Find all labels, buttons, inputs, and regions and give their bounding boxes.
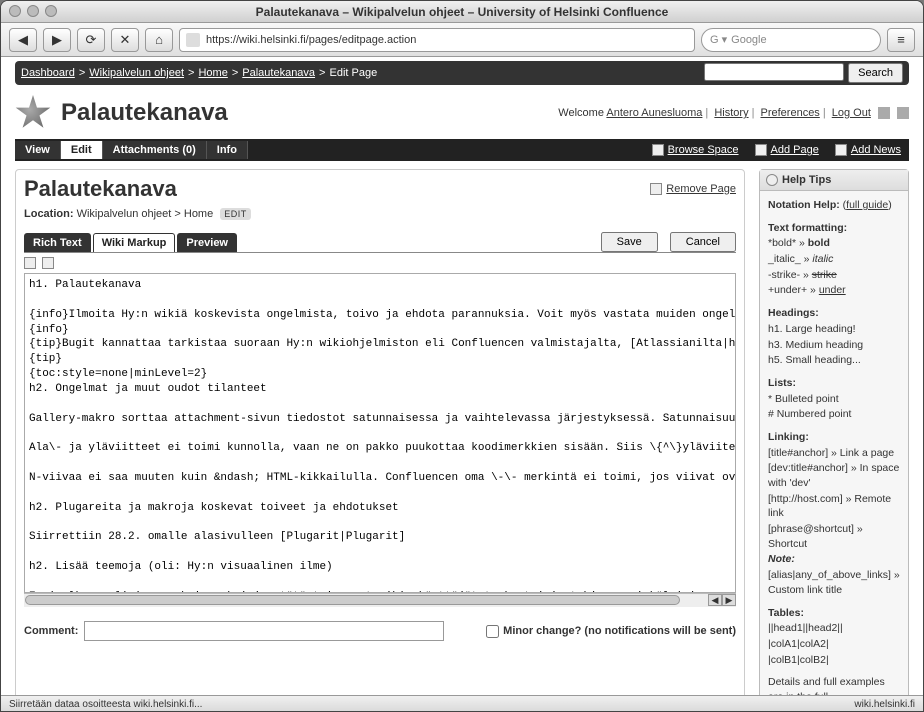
- scroll-right-icon[interactable]: ▶: [722, 594, 736, 606]
- tab-attachments[interactable]: Attachments (0): [103, 141, 207, 159]
- page-tabs: View Edit Attachments (0) Info Browse Sp…: [15, 139, 909, 161]
- print-icon[interactable]: [878, 107, 890, 119]
- tab-view[interactable]: View: [15, 141, 61, 159]
- help-tips-panel: Help Tips Notation Help: (full guide) Te…: [759, 169, 909, 695]
- insert-link-icon[interactable]: [42, 257, 54, 269]
- breadcrumb: Dashboard> Wikipalvelun ohjeet> Home> Pa…: [15, 61, 909, 85]
- breadcrumb-space[interactable]: Wikipalvelun ohjeet: [89, 67, 184, 79]
- insert-image-icon[interactable]: [24, 257, 36, 269]
- browser-toolbar: ◀ ▶ ⟳ ✕ ⌂ https://wiki.helsinki.fi/pages…: [1, 23, 923, 57]
- status-text-right: wiki.helsinki.fi: [854, 699, 915, 710]
- trash-icon: [650, 183, 662, 195]
- breadcrumb-dashboard[interactable]: Dashboard: [21, 67, 75, 79]
- reload-button[interactable]: ⟳: [77, 28, 105, 52]
- breadcrumb-home[interactable]: Home: [198, 67, 227, 79]
- forward-button[interactable]: ▶: [43, 28, 71, 52]
- tab-preview[interactable]: Preview: [177, 233, 237, 252]
- space-title: Palautekanava: [61, 99, 228, 127]
- editor-toolbar: [24, 253, 736, 273]
- editor-panel: Palautekanava Remove Page Location: Wiki…: [15, 169, 745, 695]
- site-search-input[interactable]: [704, 63, 844, 81]
- close-window-icon[interactable]: [9, 5, 21, 17]
- help-icon: [766, 174, 778, 186]
- confluence-logo-icon: [15, 95, 51, 131]
- window-titlebar: Palautekanava – Wikipalvelun ohjeet – Un…: [1, 1, 923, 23]
- preferences-link[interactable]: Preferences: [761, 107, 820, 119]
- status-text-left: Siirretään dataa osoitteesta wiki.helsin…: [9, 699, 202, 710]
- history-link[interactable]: History: [714, 107, 748, 119]
- url-text: https://wiki.helsinki.fi/pages/editpage.…: [206, 34, 416, 46]
- tab-rich-text[interactable]: Rich Text: [24, 233, 91, 252]
- comment-label: Comment:: [24, 625, 78, 637]
- zoom-window-icon[interactable]: [45, 5, 57, 17]
- minor-change-checkbox[interactable]: [486, 625, 499, 638]
- save-button[interactable]: Save: [601, 232, 658, 252]
- add-page-icon: [755, 144, 767, 156]
- url-bar[interactable]: https://wiki.helsinki.fi/pages/editpage.…: [179, 28, 695, 52]
- horizontal-scrollbar[interactable]: ◀▶: [24, 593, 736, 607]
- back-button[interactable]: ◀: [9, 28, 37, 52]
- full-guide-link-2[interactable]: full: [815, 691, 828, 695]
- edit-location-button[interactable]: EDIT: [220, 208, 251, 220]
- location-row: Location: Wikipalvelun ohjeet > Home EDI…: [24, 208, 736, 220]
- favicon-icon: [186, 33, 200, 47]
- add-news-icon: [835, 144, 847, 156]
- logout-link[interactable]: Log Out: [832, 107, 871, 119]
- window-title: Palautekanava – Wikipalvelun ohjeet – Un…: [256, 5, 669, 19]
- full-guide-link[interactable]: full guide: [846, 199, 888, 211]
- minimize-window-icon[interactable]: [27, 5, 39, 17]
- browse-space-icon: [652, 144, 664, 156]
- help-tips-title: Help Tips: [782, 174, 831, 186]
- cancel-button[interactable]: Cancel: [670, 232, 736, 252]
- traffic-lights: [9, 5, 57, 17]
- breadcrumb-current: Edit Page: [329, 67, 377, 79]
- export-icon[interactable]: [897, 107, 909, 119]
- minor-change-label: Minor change? (no notifications will be …: [503, 625, 736, 637]
- tab-wiki-markup[interactable]: Wiki Markup: [93, 233, 176, 252]
- stop-button[interactable]: ✕: [111, 28, 139, 52]
- scrollbar-thumb[interactable]: [25, 595, 680, 605]
- home-button[interactable]: ⌂: [145, 28, 173, 52]
- search-placeholder: Google: [731, 34, 766, 46]
- site-search-button[interactable]: Search: [848, 63, 903, 83]
- add-news-link[interactable]: Add News: [851, 144, 901, 156]
- breadcrumb-page[interactable]: Palautekanava: [242, 67, 315, 79]
- browser-search[interactable]: G ▾ Google: [701, 28, 881, 52]
- user-link[interactable]: Antero Aunesluoma: [606, 107, 702, 119]
- add-page-link[interactable]: Add Page: [771, 144, 819, 156]
- tab-edit[interactable]: Edit: [61, 141, 103, 159]
- toolbar-menu-button[interactable]: ≡: [887, 28, 915, 52]
- wiki-markup-editor[interactable]: [25, 274, 735, 592]
- status-bar: Siirretään dataa osoitteesta wiki.helsin…: [1, 695, 923, 712]
- page-title: Palautekanava: [24, 176, 177, 202]
- tab-info[interactable]: Info: [207, 141, 248, 159]
- browse-space-link[interactable]: Browse Space: [668, 144, 739, 156]
- editor-tabs: Rich Text Wiki Markup Preview Save Cance…: [24, 232, 736, 253]
- user-links: Welcome Antero Aunesluoma| History| Pref…: [558, 107, 909, 119]
- scroll-left-icon[interactable]: ◀: [708, 594, 722, 606]
- remove-page-link[interactable]: Remove Page: [650, 183, 736, 195]
- comment-input[interactable]: [84, 621, 444, 641]
